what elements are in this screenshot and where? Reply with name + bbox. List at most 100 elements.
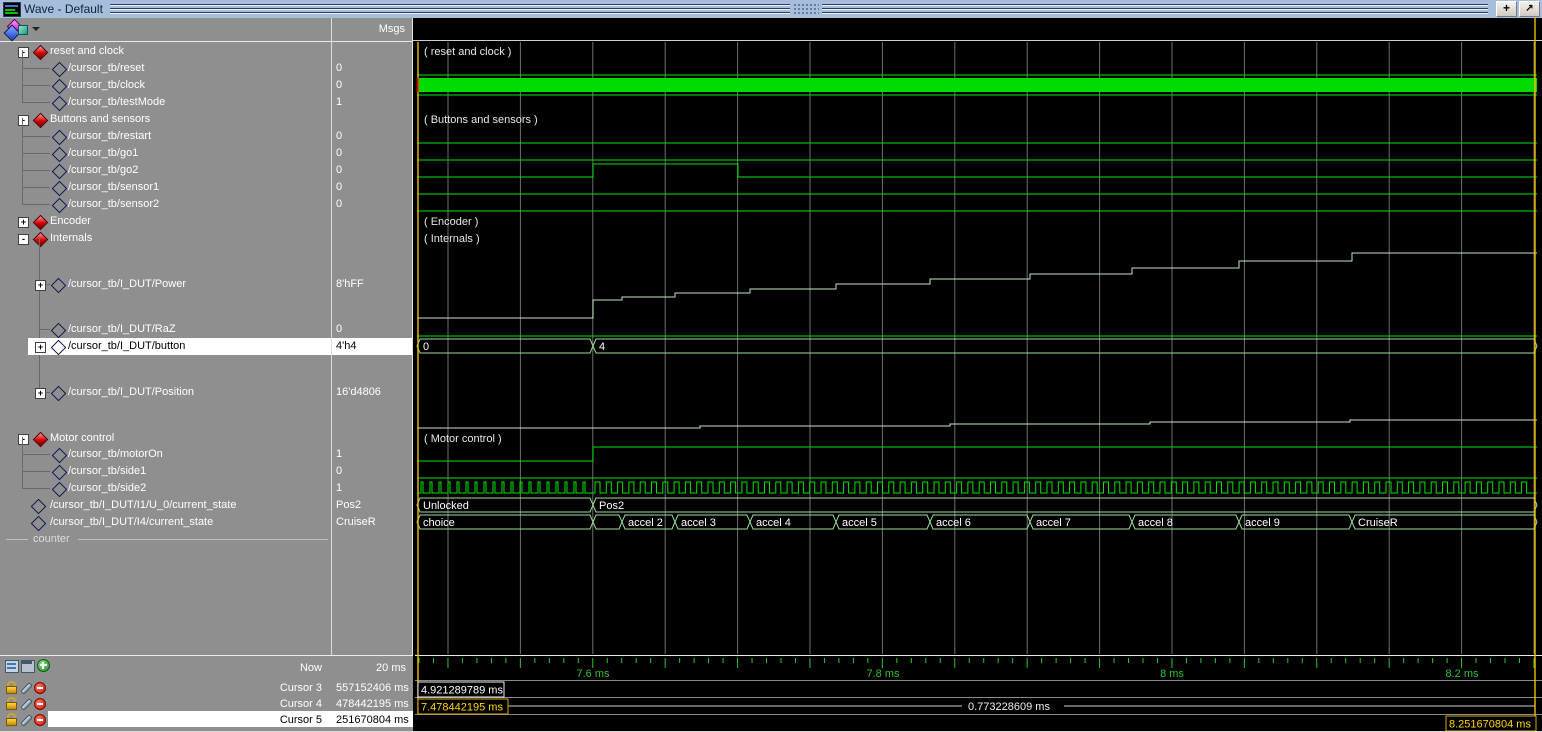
lock-icon[interactable] bbox=[6, 681, 17, 694]
signal-label: /cursor_tb/side1 bbox=[68, 463, 146, 480]
expand-icon[interactable]: + bbox=[35, 280, 46, 291]
timeline-label: 7.8 ms bbox=[866, 668, 900, 680]
expand-icon[interactable]: + bbox=[35, 388, 46, 399]
tree-signal-row[interactable]: /cursor_tb/restart 0 bbox=[0, 128, 413, 145]
cursor4-time-box-label: 7.478442195 ms bbox=[421, 702, 503, 714]
wrench-icon[interactable] bbox=[20, 682, 33, 695]
cursor-row-label[interactable]: Cursor 5 bbox=[150, 712, 322, 728]
group-label: reset and clock bbox=[50, 43, 124, 60]
tree-signal-row[interactable]: /cursor_tb/I_DUT/I4/current_state CruiseR bbox=[0, 514, 413, 531]
delete-cursor-icon[interactable] bbox=[34, 682, 46, 694]
add-cursor-icon[interactable] bbox=[37, 659, 50, 672]
tree-signal-row[interactable]: /cursor_tb/testMode1 bbox=[0, 94, 413, 111]
signal-value: 0 bbox=[336, 145, 342, 162]
bus-value-label: accel 4 bbox=[756, 517, 791, 529]
wrench-icon[interactable] bbox=[20, 698, 33, 711]
column-header[interactable]: Msgs bbox=[0, 18, 413, 42]
cursor-row-label[interactable]: Cursor 3 bbox=[150, 680, 322, 696]
collapse-icon[interactable]: - bbox=[18, 115, 29, 126]
signal-label: /cursor_tb/clock bbox=[68, 77, 145, 94]
group-label: Motor control bbox=[50, 430, 114, 447]
tree-signal-row[interactable]: +/cursor_tb/I_DUT/Power8'hFF bbox=[0, 276, 413, 293]
collapse-icon[interactable]: - bbox=[18, 434, 29, 445]
window-icon[interactable] bbox=[21, 660, 35, 673]
delete-cursor-icon[interactable] bbox=[34, 698, 46, 710]
expand-icon[interactable]: + bbox=[35, 342, 46, 353]
wave-group-label: ( Motor control ) bbox=[424, 433, 502, 445]
cursor-row-value: 478442195 ms bbox=[336, 696, 409, 712]
tree-signal-row[interactable]: +/cursor_tb/I_DUT/Position16'd4806 bbox=[0, 384, 413, 401]
signal-diamond-icon bbox=[52, 79, 68, 95]
signal-value: 0 bbox=[336, 162, 342, 179]
tree-group-row[interactable]: - Internals bbox=[0, 230, 413, 247]
signal-value: 0 bbox=[336, 60, 342, 77]
tree-group-row[interactable]: - Motor control bbox=[0, 430, 413, 447]
signal-value: CruiseR bbox=[336, 514, 376, 531]
wave-group-icon[interactable] bbox=[18, 25, 28, 35]
collapse-icon[interactable]: - bbox=[18, 234, 29, 245]
signal-diamond-icon bbox=[52, 62, 68, 78]
chevron-down-icon[interactable] bbox=[32, 27, 40, 31]
panel-divider[interactable] bbox=[412, 18, 413, 732]
bus-value-label: CruiseR bbox=[1358, 517, 1398, 529]
tree-signal-row[interactable]: + /cursor_tb/I_DUT/button 4'h4 bbox=[0, 338, 413, 355]
cursor5-time-box-label: 8.251670804 ms bbox=[1449, 719, 1531, 731]
signal-label: /cursor_tb/restart bbox=[68, 128, 151, 145]
tree-group-row[interactable]: -Buttons and sensors bbox=[0, 111, 413, 128]
delete-cursor-icon[interactable] bbox=[34, 714, 46, 726]
collapse-icon[interactable]: - bbox=[18, 47, 29, 58]
group-diamond-icon bbox=[33, 45, 49, 61]
tree-signal-row[interactable]: /cursor_tb/side21 bbox=[0, 480, 413, 497]
now-label: Now bbox=[150, 660, 322, 676]
signal-label: /cursor_tb/side2 bbox=[68, 480, 146, 497]
group-diamond-icon bbox=[33, 232, 49, 248]
timeline-label: 8.2 ms bbox=[1445, 668, 1479, 680]
tree-group-row[interactable]: +Encoder bbox=[0, 213, 413, 230]
tree-signal-row[interactable]: /cursor_tb/clock 0 bbox=[0, 77, 413, 94]
tree-signal-row[interactable]: /cursor_tb/reset0 bbox=[0, 60, 413, 77]
signal-diamond-icon bbox=[52, 130, 68, 146]
signal-value: 0 bbox=[336, 179, 342, 196]
tree-signal-row[interactable]: /cursor_tb/go20 bbox=[0, 162, 413, 179]
signal-value: 0 bbox=[336, 77, 342, 94]
tree-signal-row[interactable]: /cursor_tb/motorOn1 bbox=[0, 446, 413, 463]
signal-label: /cursor_tb/I_DUT/button bbox=[68, 338, 185, 355]
wave-background bbox=[413, 18, 1542, 731]
tree-signal-row[interactable]: /cursor_tb/sensor20 bbox=[0, 196, 413, 213]
wave-group-label: ( Encoder ) bbox=[424, 216, 478, 228]
tree-signal-row[interactable]: /cursor_tb/sensor1 0 bbox=[0, 179, 413, 196]
cursor-clock-mark bbox=[417, 78, 419, 92]
signal-label: /cursor_tb/sensor1 bbox=[68, 179, 159, 196]
signal-panel: Msgs - reset and clock/cursor_tb/reset0/c… bbox=[0, 18, 413, 732]
tree-signal-row[interactable]: /cursor_tb/go10 bbox=[0, 145, 413, 162]
expand-icon[interactable]: + bbox=[18, 217, 29, 228]
column-divider[interactable] bbox=[331, 42, 332, 672]
tree-group-row[interactable]: - reset and clock bbox=[0, 43, 413, 60]
bus-value-label: accel 7 bbox=[1036, 517, 1071, 529]
lock-icon[interactable] bbox=[6, 713, 17, 726]
wrench-icon[interactable] bbox=[20, 714, 33, 727]
group-label: Internals bbox=[50, 230, 92, 247]
tree-signal-row[interactable]: /cursor_tb/side10 bbox=[0, 463, 413, 480]
bus-value-label: choice bbox=[423, 517, 455, 529]
bus-value-label: accel 6 bbox=[936, 517, 971, 529]
tree-signal-row[interactable]: /cursor_tb/I_DUT/I1/U_0/current_statePos… bbox=[0, 497, 413, 514]
group-diamond-icon bbox=[33, 113, 49, 129]
cursor-row-label[interactable]: Cursor 4 bbox=[150, 696, 322, 712]
column-divider[interactable] bbox=[331, 18, 332, 41]
lock-icon[interactable] bbox=[6, 697, 17, 710]
wave-list-icon[interactable] bbox=[5, 660, 19, 673]
bus-value-label: accel 2 bbox=[628, 517, 663, 529]
bus-value-label: accel 8 bbox=[1138, 517, 1173, 529]
signal-diamond-icon bbox=[52, 465, 68, 481]
signal-diamond-icon bbox=[51, 278, 67, 294]
wave-group-label: ( Buttons and sensors ) bbox=[424, 114, 538, 126]
signal-label: /cursor_tb/I_DUT/RaZ bbox=[68, 321, 176, 338]
signal-diamond-icon bbox=[51, 323, 67, 339]
tree-signal-row[interactable]: /cursor_tb/I_DUT/RaZ 0 bbox=[0, 321, 413, 338]
signal-value: 0 bbox=[336, 128, 342, 145]
signal-value: 0 bbox=[336, 321, 342, 338]
signal-label: /cursor_tb/I_DUT/I4/current_state bbox=[50, 514, 213, 531]
signal-value: 4'h4 bbox=[336, 338, 356, 355]
tree-divider-row[interactable]: counter bbox=[0, 531, 413, 548]
